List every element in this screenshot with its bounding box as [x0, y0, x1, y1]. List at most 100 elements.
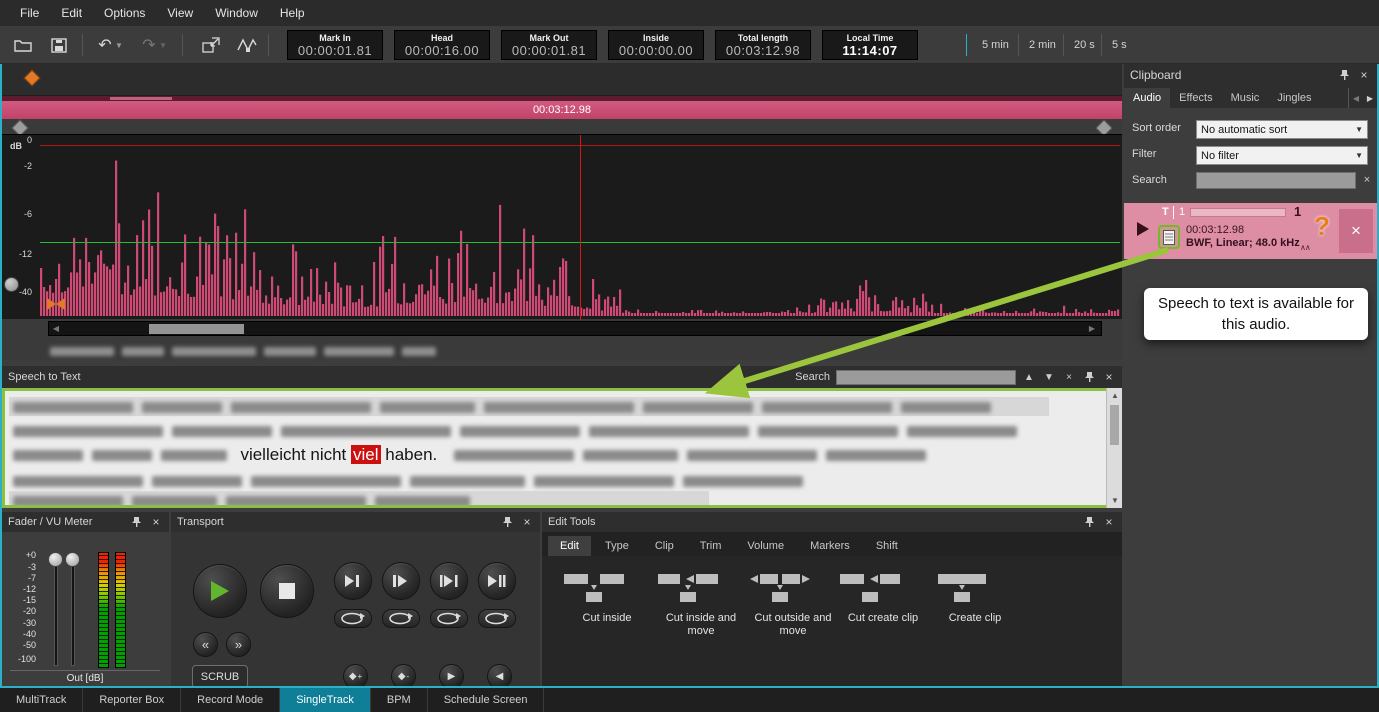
- play-button[interactable]: [193, 564, 247, 618]
- tab-effects[interactable]: Effects: [1170, 88, 1221, 108]
- cut-inside-move-button[interactable]: Cut inside and move: [656, 570, 746, 674]
- item-remove-button[interactable]: ×: [1339, 209, 1373, 253]
- tab-markers[interactable]: Markers: [798, 536, 862, 556]
- waveform-edit-icon[interactable]: [234, 33, 260, 57]
- search-clear-icon[interactable]: ×: [1062, 370, 1076, 384]
- zoom-20s-button[interactable]: 20 s: [1063, 34, 1105, 56]
- sort-order-select[interactable]: No automatic sort ▼: [1196, 120, 1368, 139]
- playhead-cursor[interactable]: [580, 135, 581, 320]
- clipboard-search-clear-icon[interactable]: ×: [1360, 173, 1374, 187]
- waveform-display[interactable]: dB 0 -2 -6 -12 -40: [2, 134, 1122, 319]
- tab-record-mode[interactable]: Record Mode: [181, 688, 280, 712]
- scrub-button[interactable]: SCRUB: [192, 665, 248, 688]
- zoom-5s-button[interactable]: 5 s: [1101, 34, 1137, 56]
- fader-knob-left[interactable]: [48, 552, 63, 567]
- open-file-icon[interactable]: [10, 33, 36, 57]
- create-clip-button[interactable]: Create clip: [930, 570, 1020, 674]
- zoom-2min-button[interactable]: 2 min: [1018, 34, 1066, 56]
- filter-select[interactable]: No filter ▼: [1196, 146, 1368, 165]
- tab-audio[interactable]: Audio: [1124, 88, 1170, 108]
- tab-edit[interactable]: Edit: [548, 536, 591, 556]
- marker-diamond-icon[interactable]: [24, 70, 41, 87]
- stop-button[interactable]: [260, 564, 314, 618]
- scroll-right-icon[interactable]: ▶: [1085, 324, 1099, 333]
- scroll-up-icon[interactable]: ▲: [1107, 388, 1123, 403]
- tabs-scroll-left-icon[interactable]: ◀: [1349, 88, 1363, 108]
- menu-window[interactable]: Window: [205, 2, 268, 24]
- rewind-button[interactable]: «: [193, 632, 218, 657]
- transcript-area[interactable]: vielleicht nicht viel haben.: [2, 388, 1122, 508]
- menu-options[interactable]: Options: [94, 2, 155, 24]
- transcript-scrollbar[interactable]: ▲ ▼: [1106, 388, 1122, 508]
- tab-shift[interactable]: Shift: [864, 536, 910, 556]
- speech-search-input[interactable]: [836, 370, 1016, 385]
- help-question-icon[interactable]: ?: [1314, 211, 1330, 242]
- close-panel-icon[interactable]: ×: [149, 515, 163, 529]
- transcript-text-post: haben.: [381, 445, 438, 464]
- import-audio-icon[interactable]: [198, 33, 224, 57]
- fade-marker-icon[interactable]: [46, 297, 66, 311]
- tab-singletrack[interactable]: SingleTrack: [280, 688, 371, 712]
- level-knob[interactable]: [4, 277, 19, 292]
- pin-icon[interactable]: [1082, 370, 1096, 384]
- speech-tooltip: Speech to text is available for this aud…: [1144, 288, 1368, 340]
- clipboard-search-input[interactable]: [1196, 172, 1356, 189]
- close-panel-icon[interactable]: ×: [1102, 370, 1116, 384]
- cut-inside-button[interactable]: Cut inside: [562, 570, 652, 674]
- search-next-icon[interactable]: ▼: [1042, 370, 1056, 384]
- play-from-mark-button[interactable]: [382, 562, 420, 600]
- timeline-ruler[interactable]: [2, 64, 1122, 96]
- play-between-marks-button[interactable]: [430, 562, 468, 600]
- item-play-icon[interactable]: [1136, 221, 1150, 237]
- loop-button-1[interactable]: [334, 609, 372, 628]
- close-panel-icon[interactable]: ×: [1102, 515, 1116, 529]
- menu-help[interactable]: Help: [270, 2, 315, 24]
- tab-multitrack[interactable]: MultiTrack: [0, 688, 83, 712]
- undo-dropdown-icon[interactable]: ▼: [114, 33, 124, 57]
- scroll-down-icon[interactable]: ▼: [1107, 493, 1123, 508]
- tab-clip[interactable]: Clip: [643, 536, 686, 556]
- tab-jingles[interactable]: Jingles: [1268, 88, 1320, 108]
- menu-edit[interactable]: Edit: [51, 2, 92, 24]
- clipboard-audio-item[interactable]: T 1 1 00:03:12.98 BWF, Linear; 48.0 kHz …: [1124, 203, 1377, 259]
- forward-button[interactable]: »: [226, 632, 251, 657]
- tab-type[interactable]: Type: [593, 536, 641, 556]
- fader-knob-right[interactable]: [65, 552, 80, 567]
- search-prev-icon[interactable]: ▲: [1022, 370, 1036, 384]
- pin-icon[interactable]: [1082, 515, 1096, 529]
- tab-bpm[interactable]: BPM: [371, 688, 428, 712]
- menu-file[interactable]: File: [10, 2, 49, 24]
- item-count: 1: [1294, 204, 1301, 219]
- menu-view[interactable]: View: [157, 2, 203, 24]
- zoom-5min-button[interactable]: 5 min: [972, 34, 1019, 56]
- redo-dropdown-icon[interactable]: ▼: [158, 33, 168, 57]
- pin-icon[interactable]: [500, 515, 514, 529]
- scrollbar-thumb[interactable]: [1110, 405, 1119, 445]
- close-panel-icon[interactable]: ×: [520, 515, 534, 529]
- collapse-chevrons-icon[interactable]: ∧∧: [1300, 243, 1310, 252]
- tab-trim[interactable]: Trim: [688, 536, 734, 556]
- scroll-left-icon[interactable]: ◀: [49, 324, 63, 333]
- play-skip-button[interactable]: [478, 562, 516, 600]
- overview-bar[interactable]: 00:03:12.98: [2, 101, 1122, 119]
- loop-button-3[interactable]: [430, 609, 468, 628]
- pin-icon[interactable]: [129, 515, 143, 529]
- tabs-scroll-right-icon[interactable]: ▶: [1363, 88, 1377, 108]
- tab-volume[interactable]: Volume: [735, 536, 796, 556]
- horizontal-scrollbar[interactable]: ◀ ▶: [48, 321, 1102, 336]
- close-panel-icon[interactable]: ×: [1357, 68, 1371, 82]
- save-icon[interactable]: [46, 33, 72, 57]
- tab-reporter-box[interactable]: Reporter Box: [83, 688, 181, 712]
- fader-track-right[interactable]: [71, 554, 75, 666]
- cut-create-clip-button[interactable]: Cut create clip: [838, 570, 928, 674]
- scrollbar-thumb[interactable]: [149, 324, 244, 334]
- loop-button-4[interactable]: [478, 609, 516, 628]
- pin-icon[interactable]: [1337, 68, 1351, 82]
- tab-schedule-screen[interactable]: Schedule Screen: [428, 688, 545, 712]
- loop-button-2[interactable]: [382, 609, 420, 628]
- play-to-mark-button[interactable]: [334, 562, 372, 600]
- tab-music[interactable]: Music: [1222, 88, 1269, 108]
- speech-to-text-available-icon[interactable]: [1158, 225, 1180, 249]
- fader-track-left[interactable]: [54, 554, 58, 666]
- cut-outside-move-button[interactable]: Cut outside and move: [748, 570, 838, 674]
